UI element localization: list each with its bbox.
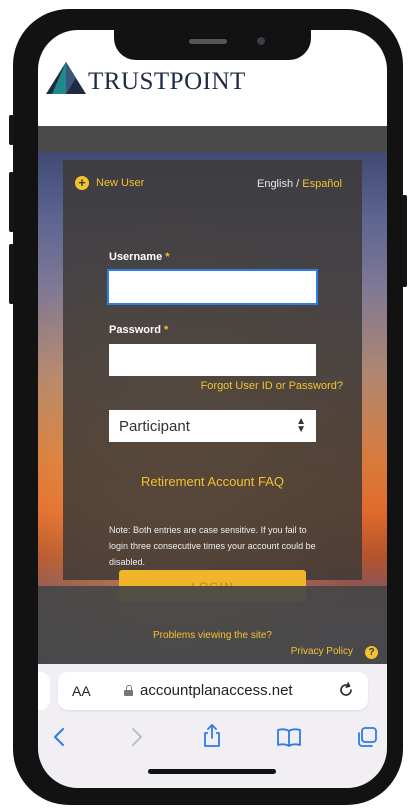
reload-icon[interactable] [336,680,356,705]
username-label-text: Username [109,251,163,263]
login-panel: + New User English / Español Username * … [63,160,362,580]
language-separator: / [293,178,303,190]
speaker [189,39,227,44]
previous-tab-preview[interactable] [38,672,50,710]
volume-up-button [9,172,14,232]
username-input[interactable] [107,269,318,305]
forward-icon[interactable] [130,726,144,753]
required-marker: * [160,324,169,336]
new-user-link[interactable]: + New User [75,176,144,190]
mute-switch [9,115,14,145]
address-bar[interactable]: AA accountplanaccess.net [58,672,368,710]
text-size-button[interactable]: AA [72,683,91,699]
header-divider-bar [38,126,387,152]
share-icon[interactable] [202,722,222,753]
footer-bar: Problems viewing the site? Privacy Polic… [38,586,387,664]
new-user-label: New User [96,177,145,189]
plus-icon: + [75,176,89,190]
trustpoint-logo[interactable]: TRUSTPOINT [46,62,246,94]
url-text: accountplanaccess.net [140,682,293,699]
tabs-icon[interactable] [356,726,378,753]
role-select[interactable]: Participant ▲ ▼ [109,410,316,442]
login-note: Note: Both entries are case sensitive. I… [109,525,316,567]
url-display[interactable]: accountplanaccess.net [124,682,293,699]
volume-down-button [9,244,14,304]
privacy-policy-link[interactable]: Privacy Policy [291,646,353,657]
username-label: Username * [109,251,170,263]
password-input[interactable] [109,344,316,376]
bookmarks-icon[interactable] [276,727,302,752]
role-select-value: Participant [119,417,190,435]
forgot-credentials-link[interactable]: Forgot User ID or Password? [201,380,343,392]
required-marker: * [162,251,170,263]
front-camera [257,37,265,45]
password-label-text: Password [109,324,161,336]
home-indicator [148,769,276,774]
power-button [402,195,407,287]
notch [114,30,311,60]
problems-viewing-link[interactable]: Problems viewing the site? [38,630,387,641]
english-link[interactable]: English [257,178,293,190]
phone-screen: TRUSTPOINT + New User English / Español … [38,30,387,788]
text-size-label: AA [72,683,91,699]
chevron-updown-icon: ▲ ▼ [296,416,306,435]
password-label: Password * [109,324,168,336]
logo-wordmark: TRUSTPOINT [88,68,246,95]
help-icon[interactable]: ? [365,646,378,659]
lock-icon [124,685,133,696]
language-switcher: English / Español [257,178,342,190]
spanish-link[interactable]: Español [302,178,342,190]
logo-triangle-icon [46,62,86,94]
back-icon[interactable] [52,726,66,753]
retirement-faq-link[interactable]: Retirement Account FAQ [63,474,362,489]
